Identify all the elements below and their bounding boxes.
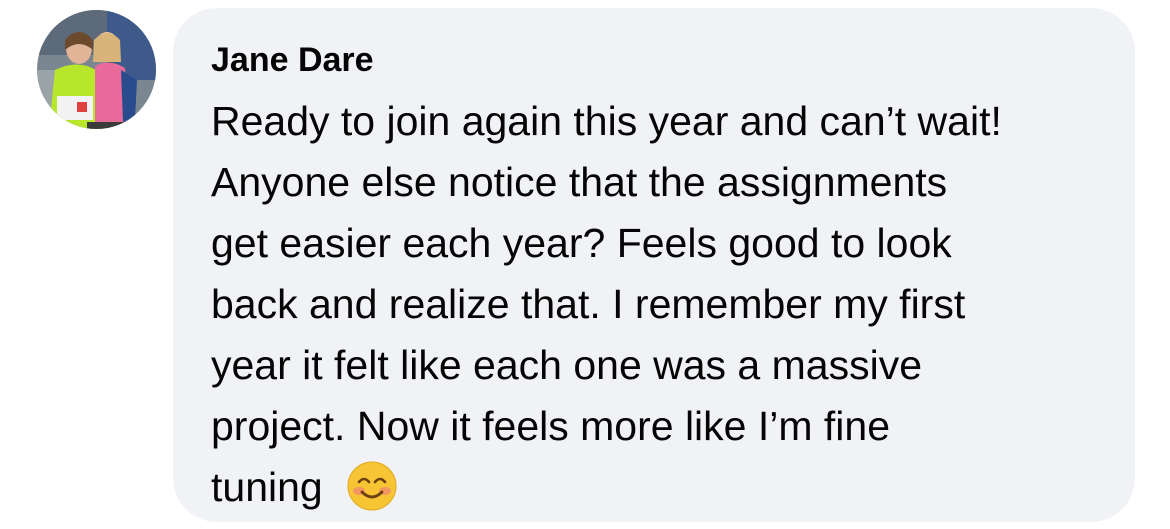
comment-bubble: Jane Dare Ready to join again this year … — [173, 8, 1135, 522]
comment-line: year it felt like each one was a massive — [211, 342, 922, 388]
comment-text: Ready to join again this year and can’t … — [211, 91, 1105, 518]
comment-line: get easier each year? Feels good to look — [211, 220, 952, 266]
smiling-face-with-smiling-eyes-icon — [347, 461, 397, 511]
comment-line: project. Now it feels more like I’m fine — [211, 403, 891, 449]
comment-line: Ready to join again this year and can’t … — [211, 98, 1002, 144]
avatar[interactable] — [37, 10, 156, 129]
comment-last-line: tuning — [211, 457, 1105, 518]
comment-author[interactable]: Jane Dare — [211, 40, 374, 80]
avatar-photo — [37, 10, 156, 129]
comment-line: tuning — [211, 464, 323, 510]
comment-line: back and realize that. I remember my fir… — [211, 281, 966, 327]
comment-line: Anyone else notice that the assignments — [211, 159, 948, 205]
